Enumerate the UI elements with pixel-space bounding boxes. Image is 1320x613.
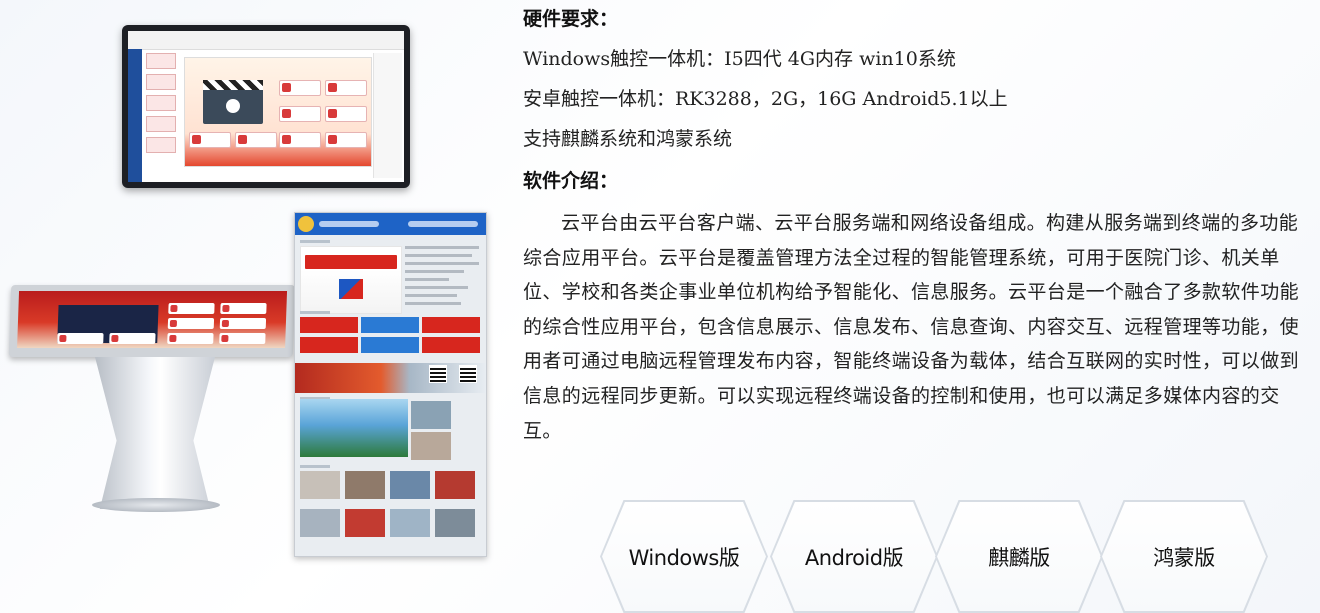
menu-tile (219, 318, 267, 329)
menu-tile (235, 132, 277, 148)
menu-tile (325, 80, 367, 96)
thumbnail-photo (435, 471, 475, 499)
thumbnail-photo (345, 509, 385, 537)
version-android: Android版 (770, 500, 938, 613)
version-label: 麒麟版 (937, 502, 1101, 611)
editor-screenshot (128, 31, 404, 182)
menu-tile (167, 318, 215, 329)
landscape-photo (300, 399, 408, 457)
version-windows: Windows版 (600, 500, 768, 613)
properties-panel (373, 53, 402, 178)
thumbnail-photo (411, 432, 451, 460)
thumbnail-photo (300, 471, 340, 499)
qr-code-icon (429, 365, 447, 383)
monitor-device-image (122, 25, 410, 188)
government-building-banner (295, 363, 486, 393)
hardware-line-android: 安卓触控一体机：RK3288，2G，16G Android5.1以上 (523, 88, 1008, 110)
menu-tile (219, 333, 266, 344)
kiosk-device-image (8, 285, 296, 357)
version-options: Windows版 Android版 麒麟版 鸿蒙版 (590, 500, 1290, 613)
vertical-display-image (294, 212, 487, 557)
menu-tile (325, 106, 367, 122)
menu-tile (109, 333, 156, 344)
version-label: Android版 (772, 502, 936, 611)
menu-tile (279, 106, 321, 122)
thumbnail-photo (435, 509, 475, 537)
editor-canvas (184, 57, 372, 167)
logo-icon (339, 279, 363, 299)
editor-toolbar (128, 31, 404, 50)
thumbnail-photo (411, 401, 451, 429)
hardware-heading: 硬件要求： (523, 8, 619, 30)
news-list (405, 246, 479, 310)
editor-sidebar (128, 49, 142, 182)
version-label: Windows版 (602, 502, 766, 611)
section-heading (300, 465, 330, 468)
menu-tile (325, 132, 367, 148)
software-description: 云平台由云平台客户端、云平台服务端和网络设备组成。构建从服务端到终端的多功能综合… (523, 212, 1300, 442)
play-icon (226, 99, 240, 113)
software-heading: 软件介绍： (523, 170, 619, 192)
menu-tile (189, 132, 231, 148)
hardware-line-windows: Windows触控一体机：I5四代 4G内存 win10系统 (523, 48, 956, 70)
section-heading (300, 240, 330, 243)
thumbnail-photo (300, 509, 340, 537)
version-kylin: 麒麟版 (935, 500, 1103, 613)
display-header (295, 213, 486, 235)
menu-tile (220, 303, 267, 314)
hardware-line-os-support: 支持麒麟系统和鸿蒙系统 (523, 128, 733, 150)
thumbnail-photo (345, 471, 385, 499)
clapperboard-icon (203, 80, 263, 124)
menu-tile (279, 80, 321, 96)
page-thumbnails (146, 53, 176, 178)
product-illustration (0, 0, 500, 613)
banner-image (300, 246, 402, 314)
qr-code-icon (459, 365, 477, 383)
topic-tiles (300, 317, 480, 353)
kiosk-stand (95, 357, 215, 509)
menu-tile (167, 333, 214, 344)
thumbnail-photo (390, 471, 430, 499)
menu-tile (57, 333, 104, 344)
menu-tile (279, 132, 321, 148)
version-label: 鸿蒙版 (1102, 502, 1266, 611)
menu-tile (168, 303, 215, 314)
section-heading (300, 311, 330, 314)
kiosk-base (92, 498, 220, 512)
kiosk-display (17, 291, 288, 348)
thumbnail-photo (390, 509, 430, 537)
emblem-icon (298, 216, 314, 232)
version-harmony: 鸿蒙版 (1100, 500, 1268, 613)
